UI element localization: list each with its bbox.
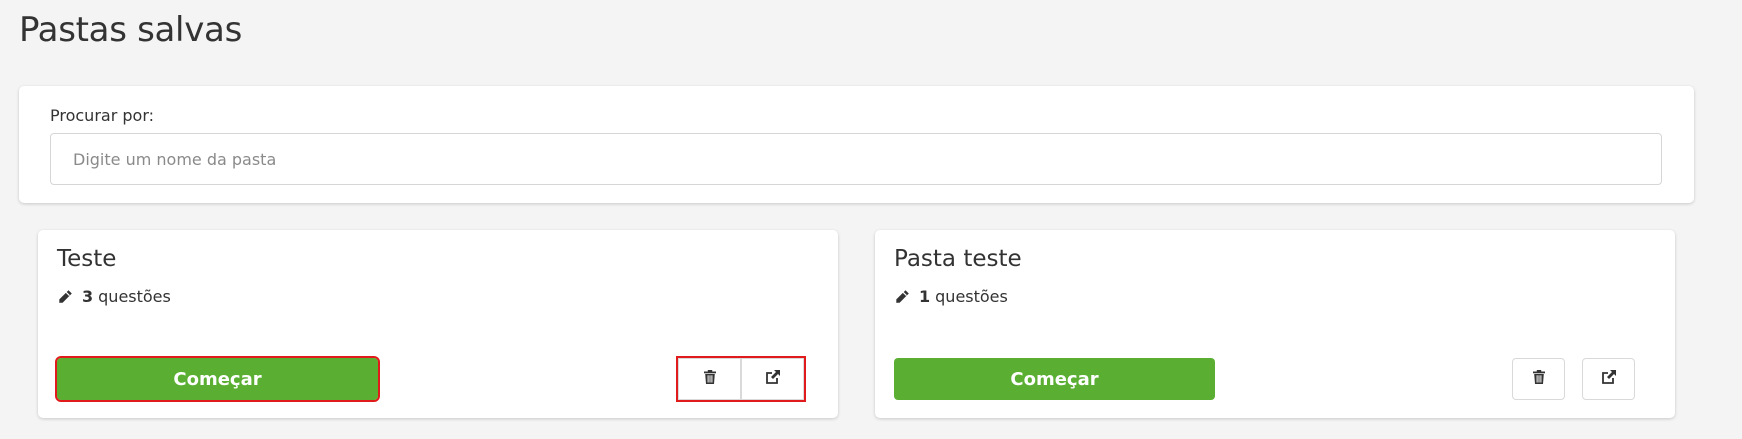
folder-name: Teste	[57, 246, 117, 272]
pencil-icon	[894, 289, 910, 305]
delete-folder-button[interactable]	[678, 358, 741, 400]
folder-name: Pasta teste	[894, 246, 1022, 272]
folder-question-count: 3 questões	[57, 287, 171, 306]
search-label: Procurar por:	[50, 106, 154, 125]
search-panel: Procurar por:	[19, 86, 1694, 203]
question-count-label: questões	[98, 287, 171, 306]
question-count-label: questões	[935, 287, 1008, 306]
folder-card: Pasta teste 1 questões Começar	[875, 230, 1675, 418]
external-link-icon	[765, 369, 781, 389]
start-button[interactable]: Começar	[894, 358, 1215, 400]
folder-question-count: 1 questões	[894, 287, 1008, 306]
folder-card: Teste 3 questões Começar	[38, 230, 838, 418]
trash-icon	[702, 369, 718, 389]
question-count-number: 1	[919, 287, 931, 306]
trash-icon	[1531, 369, 1547, 389]
external-link-icon	[1601, 369, 1617, 389]
open-folder-button[interactable]	[1582, 358, 1635, 400]
start-button[interactable]: Começar	[55, 356, 380, 402]
question-count-number: 3	[82, 287, 94, 306]
folder-actions	[676, 356, 806, 402]
pencil-icon	[57, 289, 73, 305]
delete-folder-button[interactable]	[1512, 358, 1565, 400]
open-folder-button[interactable]	[741, 358, 804, 400]
page-title: Pastas salvas	[19, 10, 242, 50]
folder-actions	[1512, 358, 1640, 400]
search-input[interactable]	[50, 133, 1662, 185]
